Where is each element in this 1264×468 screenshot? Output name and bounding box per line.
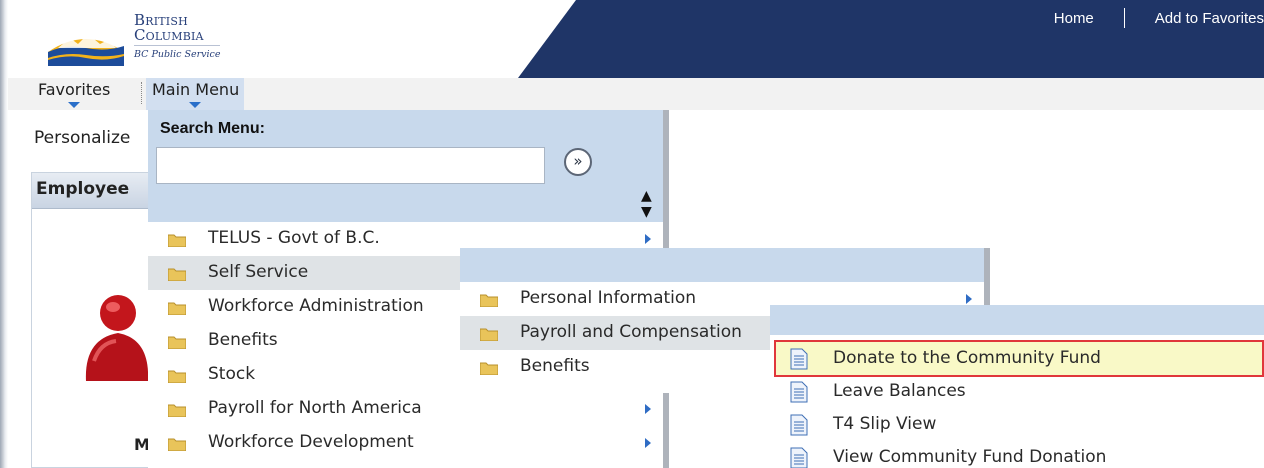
folder-icon xyxy=(168,438,186,451)
menu-divider xyxy=(141,82,142,104)
folder-icon xyxy=(168,302,186,315)
folder-icon xyxy=(168,404,186,417)
menu-item-workforce-development[interactable]: Workforce Development xyxy=(148,426,663,460)
menu-item-label: Benefits xyxy=(520,356,590,376)
link-divider xyxy=(1123,8,1125,28)
menu-item-label: View Community Fund Donation xyxy=(833,447,1107,467)
menu-item-donate-community-fund[interactable]: Donate to the Community Fund xyxy=(770,342,1264,375)
document-icon xyxy=(790,348,808,370)
menu-item-payroll-north-america[interactable]: Payroll for North America xyxy=(148,392,663,426)
employee-panel-title: Employee xyxy=(32,173,160,209)
menu-item-label: T4 Slip View xyxy=(833,414,937,434)
top-links: Home Add to Favorites xyxy=(1046,8,1264,28)
chevron-right-icon xyxy=(645,234,651,244)
search-menu-label: Search Menu: xyxy=(160,120,265,137)
window-frame xyxy=(0,0,8,468)
chevron-right-icon xyxy=(966,294,972,304)
folder-icon xyxy=(168,336,186,349)
menu-item-label: Workforce Development xyxy=(208,432,414,452)
payroll-list: Donate to the Community Fund Leave Balan… xyxy=(770,335,1264,468)
folder-icon xyxy=(480,362,498,375)
menu-item-view-community-fund-donation[interactable]: View Community Fund Donation xyxy=(770,441,1264,468)
folder-icon xyxy=(480,328,498,341)
favorites-label: Favorites xyxy=(38,80,111,99)
brand-text: British Columbia BC Public Service xyxy=(134,13,221,62)
main-menu[interactable]: Main Menu xyxy=(146,78,245,110)
header-banner: Home Add to Favorites xyxy=(518,0,1264,78)
brand-line-2: Columbia xyxy=(134,26,204,44)
document-icon xyxy=(790,381,808,403)
menu-item-label: Workforce Administration xyxy=(208,296,424,316)
menu-item-label: Donate to the Community Fund xyxy=(833,348,1101,368)
menu-item-t4-slip-view[interactable]: T4 Slip View xyxy=(770,408,1264,441)
home-link[interactable]: Home xyxy=(1046,10,1102,27)
chevron-right-icon xyxy=(645,438,651,448)
menu-item-label: Personal Information xyxy=(520,288,697,308)
menu-item-label: Payroll for North America xyxy=(208,398,422,418)
header: British Columbia BC Public Service Home … xyxy=(8,0,1264,78)
sort-updown-icon[interactable]: ▲ ▼ xyxy=(641,188,652,220)
menu-item-label: Leave Balances xyxy=(833,381,966,401)
brand-line-3: BC Public Service xyxy=(134,45,221,62)
person-icon xyxy=(85,295,149,381)
chevron-right-icon xyxy=(645,404,651,414)
bc-logo-icon xyxy=(48,34,124,66)
folder-icon xyxy=(168,370,186,383)
menu-bar: Favorites Main Menu xyxy=(8,78,1264,110)
employee-panel: Employee Me xyxy=(31,172,161,468)
menu-item-label: Benefits xyxy=(208,330,278,350)
main-menu-label: Main Menu xyxy=(152,80,240,99)
payroll-submenu: Donate to the Community Fund Leave Balan… xyxy=(770,305,1264,468)
menu-item-label: Payroll and Compensation xyxy=(520,322,742,342)
favorites-menu[interactable]: Favorites xyxy=(32,78,115,110)
folder-icon xyxy=(168,268,186,281)
menu-item-label: Self Service xyxy=(208,262,309,282)
chevron-down-icon xyxy=(189,102,202,108)
menu-item-label: TELUS - Govt of B.C. xyxy=(208,228,380,248)
menu-item-leave-balances[interactable]: Leave Balances xyxy=(770,375,1264,408)
document-icon xyxy=(790,414,808,436)
search-menu-input[interactable] xyxy=(156,147,545,184)
add-to-favorites-link[interactable]: Add to Favorites xyxy=(1147,10,1264,27)
folder-icon xyxy=(480,294,498,307)
chevron-down-icon xyxy=(67,102,80,108)
personalize-link[interactable]: Personalize xyxy=(34,128,130,148)
double-chevron-right-icon[interactable]: » xyxy=(564,148,592,176)
menu-item-label: Stock xyxy=(208,364,256,384)
folder-icon xyxy=(168,234,186,247)
document-icon xyxy=(790,447,808,468)
